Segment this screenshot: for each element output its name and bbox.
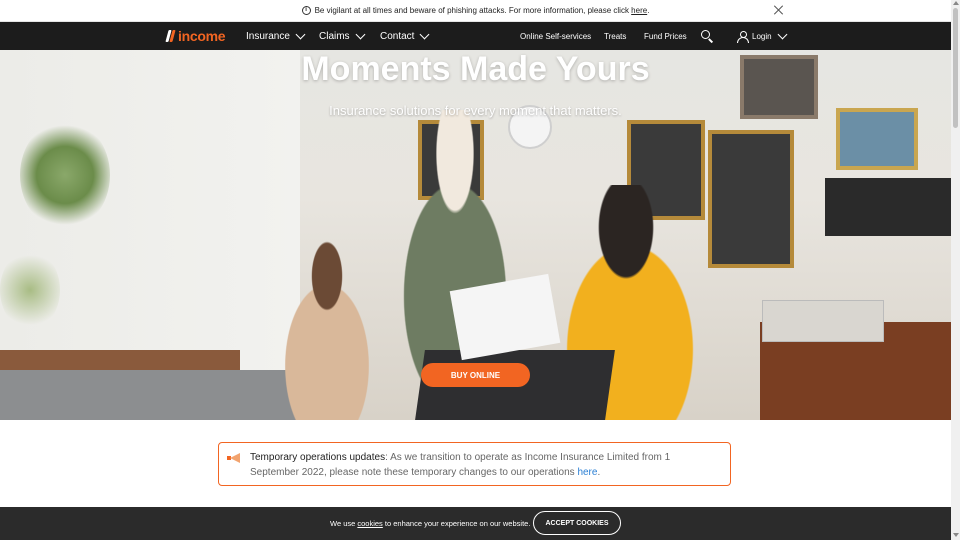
- chevron-down-icon: [355, 29, 366, 39]
- operations-update-notice: Temporary operations updates: As we tran…: [218, 442, 731, 486]
- megaphone-icon: [227, 453, 243, 463]
- nav-contact[interactable]: Contact: [380, 22, 430, 50]
- login-button[interactable]: Login: [737, 22, 788, 50]
- close-icon[interactable]: [773, 4, 785, 16]
- nav-contact-label: Contact: [380, 30, 415, 42]
- scroll-down-arrow-icon[interactable]: [953, 533, 959, 537]
- alert-link[interactable]: here: [631, 6, 647, 15]
- cookie-consent-bar: We use cookies to enhance your experienc…: [0, 507, 951, 540]
- chevron-down-icon: [420, 29, 430, 39]
- nav-claims-label: Claims: [319, 30, 350, 42]
- info-icon: i: [301, 6, 311, 15]
- notice-end: .: [597, 467, 601, 478]
- search-icon[interactable]: [701, 30, 714, 43]
- cookie-text: We use cookies to enhance your experienc…: [330, 519, 531, 528]
- main-navbar: income Insurance Claims Contact Online S…: [0, 22, 951, 50]
- nav-fund-prices[interactable]: Fund Prices: [644, 22, 687, 50]
- income-logo[interactable]: income: [165, 28, 226, 44]
- person-illustration: [262, 240, 392, 420]
- nav-insurance[interactable]: Insurance: [246, 22, 306, 50]
- scrollbar-thumb[interactable]: [953, 8, 958, 128]
- nav-claims[interactable]: Claims: [319, 22, 366, 50]
- tv-illustration: [825, 178, 951, 236]
- notice-link[interactable]: here: [577, 467, 597, 478]
- cookies-link[interactable]: cookies: [357, 519, 382, 528]
- chevron-down-icon: [295, 29, 306, 39]
- phishing-alert-bar: i Be vigilant at all times and beware of…: [0, 0, 951, 22]
- hero-title: Moments Made Yours: [301, 50, 650, 88]
- login-label: Login: [752, 31, 772, 41]
- nav-online-self-services[interactable]: Online Self-services: [520, 22, 591, 50]
- nav-treats[interactable]: Treats: [604, 22, 626, 50]
- shelf-illustration: [0, 350, 240, 370]
- buy-online-button[interactable]: BUY ONLINE: [421, 363, 530, 387]
- logo-mark-icon: [165, 30, 176, 42]
- sofa-illustration: [0, 370, 300, 420]
- nav-insurance-label: Insurance: [246, 30, 290, 42]
- scroll-up-arrow-icon[interactable]: [953, 1, 959, 5]
- accept-cookies-button[interactable]: ACCEPT COOKIES: [533, 511, 621, 535]
- user-icon: [737, 30, 749, 43]
- radio-illustration: [762, 300, 884, 342]
- plant-illustration: [0, 250, 60, 330]
- plant-illustration: [20, 120, 110, 230]
- alert-text: Be vigilant at all times and beware of p…: [314, 6, 650, 15]
- hero-subtitle: Insurance solutions for every moment tha…: [329, 103, 622, 118]
- notice-title: Temporary operations updates: [250, 452, 386, 463]
- chevron-down-icon: [777, 29, 788, 39]
- logo-text: income: [178, 28, 226, 44]
